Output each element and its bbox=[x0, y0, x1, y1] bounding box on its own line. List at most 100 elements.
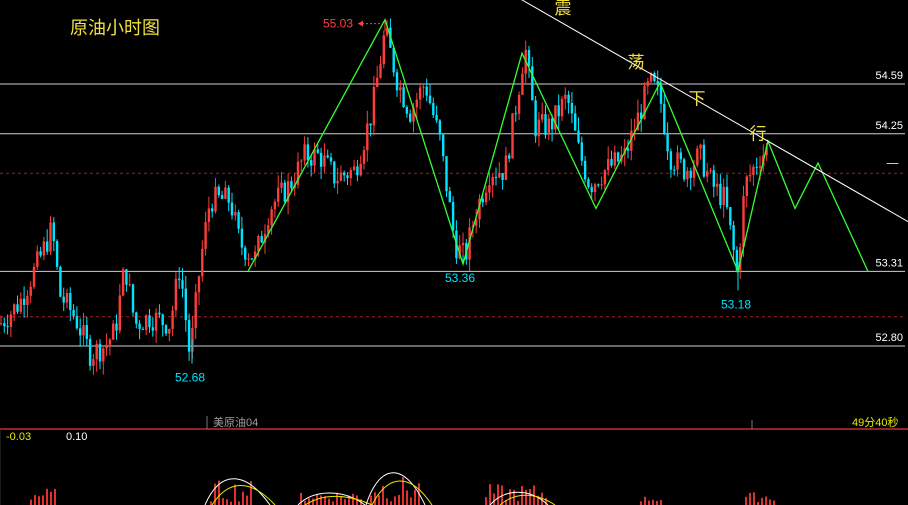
histogram-bar bbox=[328, 498, 330, 505]
candle-body bbox=[346, 175, 349, 179]
candle-body bbox=[715, 183, 719, 187]
histogram-bar bbox=[50, 491, 52, 505]
candle-body bbox=[626, 148, 630, 151]
candle-body bbox=[567, 94, 570, 104]
candle-body bbox=[646, 81, 649, 86]
candle-body bbox=[666, 133, 669, 152]
candle-body bbox=[174, 278, 178, 311]
candle-body bbox=[62, 296, 65, 303]
candle-body bbox=[511, 113, 514, 159]
candle-body bbox=[352, 166, 356, 171]
candle-body bbox=[484, 192, 488, 203]
candle-body bbox=[742, 195, 745, 248]
candle-body bbox=[306, 144, 310, 161]
candle-body bbox=[679, 152, 682, 160]
candle-body bbox=[557, 105, 560, 117]
candle-body bbox=[445, 156, 448, 192]
histogram-bar bbox=[238, 501, 240, 505]
candle-body bbox=[55, 241, 59, 267]
candle-body bbox=[732, 225, 735, 250]
indicator-subpanel bbox=[30, 472, 775, 505]
candle-body bbox=[597, 184, 600, 186]
candle-body bbox=[491, 176, 494, 186]
histogram-bar bbox=[54, 488, 56, 505]
candle-body bbox=[42, 241, 46, 256]
candle-body bbox=[376, 77, 379, 88]
candle-body bbox=[550, 118, 554, 130]
candle-body bbox=[88, 338, 92, 366]
candle-body bbox=[168, 328, 171, 334]
candle-body bbox=[349, 170, 352, 179]
candle-body bbox=[722, 186, 725, 206]
annotation-char: 下 bbox=[689, 89, 706, 109]
candle-body bbox=[402, 87, 405, 108]
histogram-bar bbox=[344, 499, 346, 505]
annotation-char: 行 bbox=[750, 125, 767, 145]
candle-body bbox=[82, 325, 85, 336]
histogram-bar bbox=[30, 499, 32, 505]
candle-body bbox=[748, 174, 752, 177]
candle-body bbox=[719, 183, 722, 206]
histogram-bar bbox=[406, 490, 408, 505]
histogram-bar bbox=[46, 488, 48, 505]
candle-body bbox=[494, 176, 498, 178]
candle-body bbox=[141, 328, 145, 330]
candle-body bbox=[488, 185, 491, 193]
candle-body bbox=[164, 325, 168, 334]
candle-body bbox=[224, 187, 227, 199]
extreme-label: 53.36 bbox=[445, 271, 475, 285]
candle-body bbox=[425, 86, 428, 96]
candle-body bbox=[712, 170, 715, 187]
histogram-bar bbox=[332, 501, 334, 505]
candle-body bbox=[46, 241, 49, 252]
candle-body bbox=[405, 107, 409, 114]
histogram-bar bbox=[336, 492, 338, 505]
histogram-bar bbox=[493, 493, 495, 505]
candle-body bbox=[442, 134, 445, 157]
candle-body bbox=[85, 325, 88, 339]
histogram-bar bbox=[242, 491, 244, 505]
candle-body bbox=[115, 323, 118, 331]
candle-body bbox=[696, 148, 699, 166]
candle-body bbox=[508, 155, 511, 159]
candle-body bbox=[395, 72, 399, 91]
candle-body bbox=[65, 293, 69, 303]
candle-body bbox=[95, 343, 98, 360]
histogram-bar bbox=[509, 489, 511, 505]
candle-body bbox=[673, 169, 676, 171]
histogram-bar bbox=[749, 492, 751, 505]
candle-body bbox=[79, 328, 82, 336]
candle-body bbox=[184, 288, 187, 321]
candle-body bbox=[600, 184, 603, 186]
candle-body bbox=[207, 208, 211, 223]
candle-body bbox=[382, 35, 385, 65]
candle-body bbox=[158, 312, 161, 315]
histogram-bar bbox=[660, 500, 662, 505]
extreme-label: 52.68 bbox=[175, 371, 205, 385]
histogram-bar bbox=[308, 498, 310, 505]
candle-body bbox=[217, 186, 220, 195]
annotation-char: 荡 bbox=[628, 53, 645, 73]
candle-body bbox=[138, 323, 141, 329]
candle-body bbox=[211, 208, 214, 212]
candlesticks bbox=[0, 18, 768, 375]
candle-body bbox=[247, 258, 250, 260]
histogram-bar bbox=[410, 497, 412, 505]
candle-body bbox=[366, 123, 369, 151]
candle-body bbox=[422, 86, 425, 88]
price-levels: 54.59 54.25 53.31 52.80 — bbox=[0, 70, 908, 505]
histogram-bar bbox=[525, 489, 527, 505]
chart-title: 原油小时图 bbox=[70, 18, 160, 39]
candle-body bbox=[108, 339, 112, 345]
candle-body bbox=[610, 159, 613, 166]
candle-body bbox=[544, 114, 547, 135]
price-level-label: 53.31 bbox=[875, 257, 903, 269]
candle-body bbox=[49, 222, 52, 252]
candle-body bbox=[118, 295, 121, 331]
candle-body bbox=[128, 284, 131, 286]
candle-body bbox=[59, 266, 62, 297]
histogram-bar bbox=[34, 495, 36, 505]
histogram-bar bbox=[38, 496, 40, 505]
candle-body bbox=[517, 94, 521, 114]
histogram-bar bbox=[414, 489, 416, 505]
